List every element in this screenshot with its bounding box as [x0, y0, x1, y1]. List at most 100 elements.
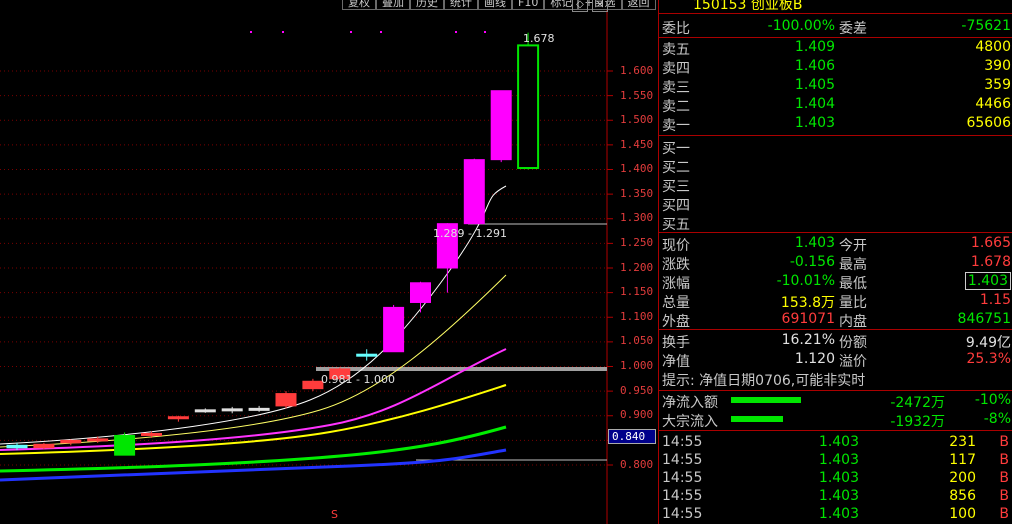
toolbar-history-button[interactable]: 历史 — [410, 0, 444, 10]
tick-time: 14:55 — [662, 470, 703, 486]
ask-row[interactable]: 卖一 1.403 65606 — [659, 114, 1012, 134]
toolbar-overlay-button[interactable]: 叠加 — [376, 0, 410, 10]
price-axis-tick: 1.300 — [620, 211, 654, 224]
ask-volume: 65606 — [966, 115, 1011, 131]
flow-value: -2472万 — [890, 395, 945, 411]
signal-dot — [455, 31, 457, 33]
bid-row[interactable]: 买二 — [659, 156, 1012, 176]
stat-label: 现价 — [662, 238, 690, 254]
bid-row[interactable]: 买四 — [659, 194, 1012, 214]
tick-price: 1.403 — [818, 506, 859, 522]
toolbar-draw-button[interactable]: 画线 — [478, 0, 512, 10]
ma-line-5 — [0, 185, 507, 445]
tick-side: B — [999, 470, 1009, 486]
stat-label: 最高 — [839, 257, 867, 273]
bid-row[interactable]: 买五 — [659, 213, 1012, 233]
tick-time: 14:55 — [662, 452, 703, 468]
ask-volume: 4466 — [975, 96, 1011, 112]
candle-body — [383, 306, 405, 353]
ask-label: 卖一 — [662, 118, 690, 134]
stat-row: 净值 1.120 溢价 25.3% — [659, 350, 1012, 370]
ma-line-1 — [0, 425, 507, 473]
kline-svg[interactable] — [0, 0, 658, 524]
stat-row: 现价 1.403 今开 1.665 — [659, 234, 1012, 254]
toolbar-back-button[interactable]: 返回 — [621, 0, 656, 10]
price-axis-tick: 1.250 — [620, 236, 654, 249]
candle-body — [517, 44, 540, 170]
bid-label: 买四 — [662, 198, 690, 214]
candle-body — [6, 444, 28, 449]
stat-row: 涨幅 -10.01% 最低 1.403 — [659, 272, 1012, 292]
bid-row[interactable]: 买三 — [659, 175, 1012, 195]
restore-icon[interactable]: ◇ — [572, 0, 588, 12]
stat-label: 换手 — [662, 335, 690, 351]
stat-label: 溢价 — [839, 354, 867, 370]
tick-row[interactable]: 14:55 1.403 117 B — [659, 451, 1012, 470]
price-axis-tick: 0.950 — [620, 384, 654, 397]
price-axis-tick: 1.400 — [620, 162, 654, 175]
ask-row[interactable]: 卖五 1.409 4800 — [659, 38, 1012, 58]
stat-value: 1.120 — [794, 351, 835, 367]
tick-row[interactable]: 14:55 1.403 100 B — [659, 505, 1012, 524]
close-icon[interactable]: × — [592, 0, 608, 12]
ma-line-3 — [0, 348, 507, 451]
high-annotation: 1.678 — [523, 32, 555, 45]
stat-row: 换手 16.21% 份额 9.49亿 — [659, 331, 1012, 351]
kline-chart[interactable]: 复权 叠加 历史 统计 画线 F10 标记 +自选 返回 ◇ × 1.600 1… — [0, 0, 658, 524]
bid-label: 买三 — [662, 179, 690, 195]
ask-row[interactable]: 卖三 1.405 359 — [659, 76, 1012, 96]
ask-row[interactable]: 卖二 1.404 4466 — [659, 95, 1012, 115]
divider — [659, 232, 1012, 233]
ask-row[interactable]: 卖四 1.406 390 — [659, 57, 1012, 77]
price-axis-tick: 1.100 — [620, 310, 654, 323]
stat-value: 691071 — [781, 311, 835, 327]
price-axis-tick: 0.900 — [620, 408, 654, 421]
stat-value: 1.15 — [979, 292, 1011, 308]
tick-side: B — [999, 506, 1009, 522]
ask-price: 1.409 — [794, 39, 835, 55]
candle-body — [356, 353, 378, 357]
stat-value: 16.21% — [781, 332, 835, 348]
toolbar-stats-button[interactable]: 统计 — [444, 0, 478, 10]
candle-body — [248, 407, 270, 411]
tick-volume: 100 — [949, 506, 976, 522]
candle-body — [302, 380, 324, 390]
price-axis-tick: 0.800 — [620, 458, 654, 471]
stat-label: 量比 — [839, 295, 867, 311]
ask-price: 1.403 — [794, 115, 835, 131]
candle-body — [167, 416, 189, 420]
tick-row[interactable]: 14:55 1.403 200 B — [659, 469, 1012, 488]
candle-body — [87, 438, 109, 442]
stat-row: 总量 153.8万 量比 1.15 — [659, 291, 1012, 311]
ask-label: 卖四 — [662, 61, 690, 77]
flow-pct: -8% — [983, 411, 1011, 427]
stat-value: -10.01% — [776, 273, 835, 289]
bid-row[interactable]: 买一 — [659, 137, 1012, 157]
tick-row[interactable]: 14:55 1.403 231 B — [659, 433, 1012, 452]
weibi-label: 委比 — [662, 21, 690, 37]
price-axis-tick: 1.200 — [620, 261, 654, 274]
price-axis-tick: 1.500 — [620, 113, 654, 126]
candle-body — [60, 439, 82, 444]
price-axis-tick: 1.450 — [620, 138, 654, 151]
toolbar-fuquan-button[interactable]: 复权 — [342, 0, 376, 10]
stat-value-boxed: 1.403 — [964, 272, 1011, 290]
stat-value: 1.403 — [794, 235, 835, 251]
candle-body — [114, 434, 136, 456]
ask-volume: 390 — [984, 58, 1011, 74]
stat-label: 今开 — [839, 238, 867, 254]
ask-label: 卖二 — [662, 99, 690, 115]
tick-row[interactable]: 14:55 1.403 856 B — [659, 487, 1012, 506]
signal-dot — [250, 31, 252, 33]
toolbar-f10-button[interactable]: F10 — [512, 0, 545, 10]
weibi-row: 委比 -100.00% 委差 -75621 — [659, 17, 1012, 37]
stat-label: 内盘 — [839, 314, 867, 330]
divider — [659, 135, 1012, 136]
weibi-value: -100.00% — [767, 18, 835, 34]
flow-row: 大宗流入 -1932万 -8% — [659, 410, 1012, 430]
candle-body — [410, 282, 431, 303]
stat-value: 1.678 — [970, 254, 1011, 270]
flow-bar — [731, 397, 801, 403]
stat-value: 153.8万 — [780, 295, 835, 311]
ask-volume: 4800 — [975, 39, 1011, 55]
